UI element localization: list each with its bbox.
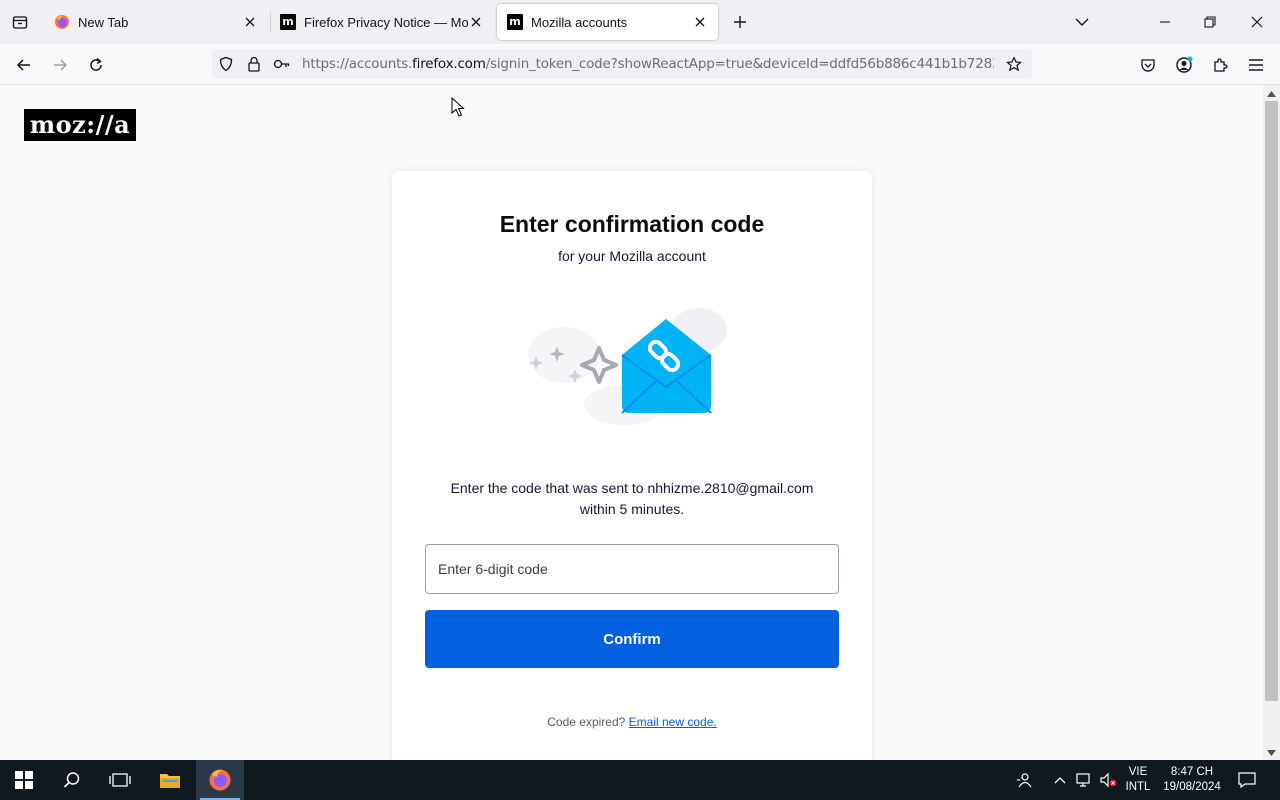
list-all-tabs-button[interactable] bbox=[1068, 8, 1096, 36]
close-tab-icon[interactable] bbox=[468, 14, 484, 30]
reload-button[interactable] bbox=[83, 52, 109, 78]
scroll-down-arrow-icon[interactable] bbox=[1267, 748, 1276, 757]
app-menu-button[interactable] bbox=[1243, 52, 1269, 78]
forward-arrow-icon bbox=[54, 59, 68, 71]
firefox-icon bbox=[209, 769, 231, 791]
bookmark-star-icon[interactable] bbox=[1002, 52, 1026, 76]
forward-button[interactable] bbox=[47, 52, 73, 78]
close-tab-icon[interactable] bbox=[692, 14, 708, 30]
people-icon[interactable] bbox=[1014, 770, 1034, 790]
account-button[interactable] bbox=[1171, 52, 1197, 78]
input-language-indicator[interactable]: VIE INTL bbox=[1122, 765, 1154, 795]
keyboard-layout: INTL bbox=[1125, 781, 1151, 793]
scroll-up-arrow-icon[interactable] bbox=[1267, 89, 1276, 98]
pocket-button[interactable] bbox=[1135, 52, 1161, 78]
extensions-button[interactable] bbox=[1207, 52, 1233, 78]
url-text[interactable]: https://accounts.firefox.com/signin_toke… bbox=[302, 56, 994, 72]
mozilla-m-icon: m bbox=[507, 14, 523, 30]
page-subtitle: for your Mozilla account bbox=[558, 248, 706, 264]
firefox-view-icon[interactable] bbox=[8, 10, 32, 34]
pocket-icon bbox=[1141, 59, 1155, 72]
restore-icon bbox=[1204, 16, 1216, 28]
resend-code-row: Code expired? Email new code. bbox=[392, 715, 872, 729]
navigation-toolbar: https://accounts.firefox.com/signin_toke… bbox=[0, 44, 1280, 85]
signin-card: Enter confirmation code for your Mozilla… bbox=[392, 171, 872, 760]
code-expired-text: Code expired? bbox=[547, 715, 626, 729]
minimize-icon bbox=[1160, 21, 1170, 23]
plus-icon bbox=[734, 16, 746, 28]
instructions-line: within 5 minutes. bbox=[579, 501, 685, 517]
task-view-button[interactable] bbox=[96, 760, 144, 800]
windows-taskbar: VIE INTL 8:47 CH 19/08/2024 bbox=[0, 760, 1280, 800]
instructions-line: Enter the code that was sent to nhhizme.… bbox=[450, 480, 814, 496]
url-path: /signin_token_code?showReactApp=true&dev… bbox=[485, 56, 994, 72]
puzzle-piece-icon bbox=[1214, 58, 1228, 72]
tab-title: Firefox Privacy Notice — Mozilla bbox=[304, 14, 468, 30]
windows-logo-icon bbox=[15, 771, 33, 789]
restore-button[interactable] bbox=[1196, 8, 1224, 36]
language-code: VIE bbox=[1128, 766, 1148, 778]
search-icon bbox=[63, 772, 80, 788]
page-title: Enter confirmation code bbox=[499, 211, 765, 237]
reload-icon bbox=[90, 57, 102, 71]
back-button[interactable] bbox=[11, 52, 37, 78]
instructions-text: Enter the code that was sent to nhhizme.… bbox=[432, 478, 832, 520]
chevron-down-icon bbox=[1075, 18, 1089, 26]
tab-mozilla-accounts[interactable]: m Mozilla accounts bbox=[497, 4, 718, 40]
task-view-icon bbox=[109, 773, 131, 787]
clock-time: 8:47 CH bbox=[1170, 766, 1214, 778]
back-arrow-icon bbox=[16, 59, 30, 71]
volume-muted-icon[interactable] bbox=[1098, 770, 1118, 790]
close-tab-icon[interactable] bbox=[242, 14, 258, 30]
tab-new-tab[interactable]: New Tab bbox=[44, 4, 268, 40]
tab-title: Mozilla accounts bbox=[531, 14, 628, 30]
clock-date: 19/08/2024 bbox=[1163, 781, 1221, 793]
search-button[interactable] bbox=[48, 760, 96, 800]
key-icon[interactable] bbox=[268, 49, 296, 79]
file-explorer-button[interactable] bbox=[146, 760, 194, 800]
show-hidden-icons-chevron-up-icon[interactable] bbox=[1050, 770, 1070, 790]
mozilla-logo[interactable]: moz://a bbox=[24, 109, 136, 141]
close-icon bbox=[1251, 16, 1263, 28]
close-window-button[interactable] bbox=[1243, 8, 1271, 36]
action-center-notification-icon[interactable] bbox=[1237, 770, 1257, 790]
email-link-illustration bbox=[528, 308, 727, 425]
firefox-icon bbox=[55, 15, 69, 29]
folder-icon bbox=[160, 774, 180, 788]
hamburger-menu-icon bbox=[1249, 59, 1263, 71]
web-page: moz://a Enter confirmation code for your… bbox=[0, 85, 1263, 760]
tab-privacy-notice[interactable]: m Firefox Privacy Notice — Mozilla bbox=[270, 4, 494, 40]
page-scrollbar[interactable] bbox=[1263, 85, 1280, 760]
tracking-protection-shield-icon[interactable] bbox=[212, 49, 240, 79]
scroll-thumb[interactable] bbox=[1265, 101, 1278, 701]
email-new-code-link[interactable]: Email new code. bbox=[629, 715, 717, 729]
url-prefix: https://accounts. bbox=[302, 56, 413, 72]
minimize-button[interactable] bbox=[1151, 8, 1179, 36]
tab-title: New Tab bbox=[78, 14, 129, 30]
new-tab-button[interactable] bbox=[728, 10, 752, 34]
account-avatar-icon bbox=[1176, 56, 1193, 73]
confirmation-code-input[interactable] bbox=[425, 544, 839, 594]
mozilla-m-icon: m bbox=[280, 14, 296, 30]
lock-icon[interactable] bbox=[240, 49, 268, 79]
confirm-button[interactable]: Confirm bbox=[425, 610, 839, 668]
url-domain: firefox.com bbox=[412, 56, 486, 72]
url-bar[interactable]: https://accounts.firefox.com/signin_toke… bbox=[212, 49, 1032, 79]
mouse-cursor-icon bbox=[451, 97, 465, 117]
clock[interactable]: 8:47 CH 19/08/2024 bbox=[1158, 765, 1226, 795]
network-icon[interactable] bbox=[1074, 770, 1094, 790]
firefox-taskbar-button[interactable] bbox=[196, 760, 244, 800]
tab-strip: New Tab m Firefox Privacy Notice — Mozil… bbox=[0, 0, 1280, 44]
start-button[interactable] bbox=[0, 760, 48, 800]
